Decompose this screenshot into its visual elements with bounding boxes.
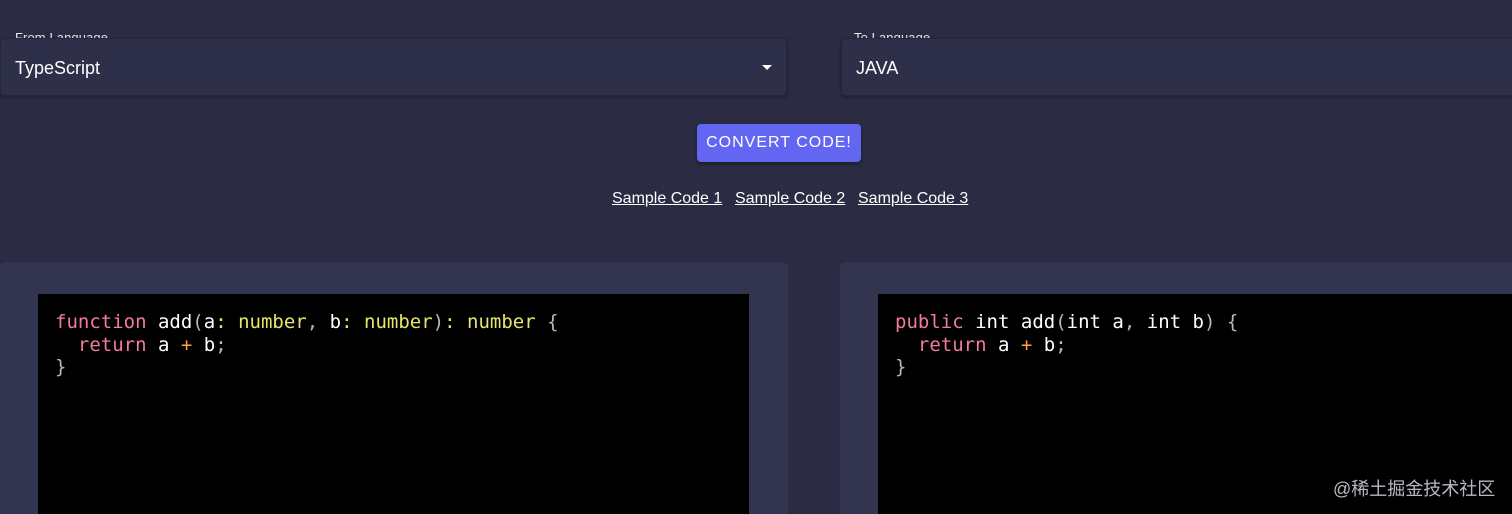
code-token: ( <box>1055 311 1067 333</box>
code-token: add <box>157 311 193 333</box>
convert-code-button[interactable]: CONVERT CODE! <box>697 124 861 162</box>
code-line: } <box>55 356 732 379</box>
code-token: b <box>192 333 216 356</box>
code-token: a <box>1100 311 1124 333</box>
code-token: ( <box>192 311 204 333</box>
code-line: function add(a: number, b: number): numb… <box>55 311 732 334</box>
code-token: : <box>444 311 456 333</box>
code-token: a <box>203 311 216 333</box>
code-token: } <box>55 356 67 378</box>
code-token: ; <box>215 333 227 356</box>
code-token: + <box>1020 333 1033 356</box>
sample-code-links: Sample Code 1 Sample Code 2 Sample Code … <box>0 190 1512 212</box>
sample-code-3-link[interactable]: Sample Code 3 <box>858 190 968 208</box>
code-token: { <box>1226 311 1239 333</box>
sample-code-2-link[interactable]: Sample Code 2 <box>735 190 845 208</box>
code-token: } <box>895 356 907 378</box>
code-token: add <box>1020 311 1056 333</box>
code-token: number <box>238 311 307 333</box>
code-line: public int add(int a, int b) { <box>895 311 1512 334</box>
code-token: , <box>306 311 319 333</box>
code-token: function <box>55 311 147 333</box>
watermark: @稀土掘金技术社区 <box>1333 479 1496 499</box>
to-language-value: JAVA <box>856 58 899 78</box>
code-token: ) <box>432 311 445 333</box>
code-token: : <box>215 311 227 333</box>
code-line: return a + b; <box>55 334 732 357</box>
code-token: number <box>364 311 433 333</box>
code-converter-page: From Language TypeScript To Language JAV… <box>0 0 1512 514</box>
code-token: ; <box>1055 333 1067 356</box>
code-token: a <box>986 333 1021 356</box>
code-token: return <box>917 333 987 356</box>
code-token: { <box>547 311 559 333</box>
code-token: ) <box>1204 311 1216 333</box>
from-language-value: TypeScript <box>15 58 101 78</box>
code-token: public <box>895 311 964 333</box>
code-line: return a + b; <box>895 334 1512 357</box>
code-token: b <box>1181 311 1204 333</box>
code-token: , <box>1123 311 1136 333</box>
from-language-select[interactable]: TypeScript <box>0 38 787 96</box>
code-token: int <box>1146 311 1182 333</box>
code-token: a <box>146 333 181 356</box>
code-token: number <box>467 311 536 333</box>
source-code-panel: function add(a: number, b: number): numb… <box>0 262 788 514</box>
code-line: } <box>895 356 1512 379</box>
chevron-down-icon <box>762 65 772 70</box>
source-code-editor[interactable]: function add(a: number, b: number): numb… <box>38 294 749 514</box>
code-token: int <box>975 311 1010 333</box>
code-token: int <box>1066 311 1101 333</box>
code-token: : <box>341 311 353 333</box>
code-token: b <box>329 311 342 333</box>
sample-code-1-link[interactable]: Sample Code 1 <box>612 190 722 208</box>
code-token: + <box>180 333 193 356</box>
code-token: return <box>77 333 147 356</box>
code-token: b <box>1032 333 1056 356</box>
to-language-input[interactable]: JAVA <box>841 38 1512 96</box>
